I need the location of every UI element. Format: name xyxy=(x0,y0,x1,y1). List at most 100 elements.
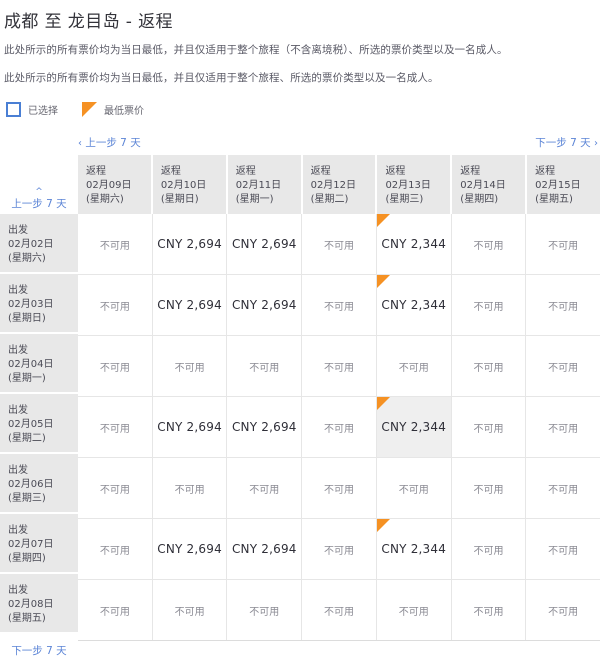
return-prefix-label: 返程 xyxy=(86,166,106,178)
fare-unavailable-label: 不可用 xyxy=(398,362,429,374)
fare-price-label: CNY 2,694 xyxy=(157,420,222,435)
depart-date-label: 02月02日 (星期六) xyxy=(8,239,54,265)
fare-unavailable-label: 不可用 xyxy=(174,484,205,496)
fare-cell-unavailable[interactable]: 不可用 xyxy=(153,336,228,397)
fare-unavailable-label: 不可用 xyxy=(473,301,504,313)
table-row: 不可用 CNY 2,694 CNY 2,694 不可用 CNY 2,344 不可用 不可用 xyxy=(78,397,600,459)
return-prefix-label: 返程 xyxy=(160,166,181,178)
fare-cell-unavailable[interactable]: 不可用 xyxy=(78,458,153,519)
page-title: 成都 至 龙目岛 - 返程 xyxy=(4,12,173,32)
fare-unavailable-label: 不可用 xyxy=(324,423,355,435)
fare-price-label: CNY 2,694 xyxy=(231,542,297,557)
fare-cell-unavailable[interactable]: 不可用 xyxy=(227,458,303,519)
fare-cell-unavailable[interactable]: 不可用 xyxy=(526,275,600,335)
fare-body: 不可用 CNY 2,694 CNY 2,694 不可用 CNY 2,344 不可用 不可用不… xyxy=(78,214,600,642)
return-date-header: 返程 02月11日 (星期一) xyxy=(227,155,303,215)
rail-prev-7-days-label: 上一步 7 天 xyxy=(11,198,67,211)
fare-cell[interactable]: CNY 2,694 xyxy=(227,275,303,336)
fare-cell-unavailable[interactable]: 不可用 xyxy=(302,275,377,336)
fare-cell-unavailable[interactable]: 不可用 xyxy=(377,458,452,519)
fare-unavailable-label: 不可用 xyxy=(249,484,280,496)
fare-cell[interactable]: CNY 2,344 xyxy=(376,275,452,336)
prev-7-days-link[interactable]: ‹ 上一步 7 天 xyxy=(78,135,141,150)
fare-cell-unavailable[interactable]: 不可用 xyxy=(452,580,527,641)
fare-cell-unavailable[interactable]: 不可用 xyxy=(78,214,153,275)
fare-cell-unavailable[interactable]: 不可用 xyxy=(302,580,377,641)
fare-cell-unavailable[interactable]: 不可用 xyxy=(526,519,600,579)
fare-unavailable-label: 不可用 xyxy=(324,240,355,252)
fare-matrix-area: ‹ 上一步 7 天 下一步 7 天 › ^ 上一步 7 天 出发 02月02日 (… xyxy=(0,135,600,657)
fare-cell-unavailable[interactable]: 不可用 xyxy=(302,458,377,519)
fare-price-label: CNY 2,694 xyxy=(157,542,222,557)
fare-cell-unavailable[interactable]: 不可用 xyxy=(78,336,153,397)
legend-item-selected: 已选择 xyxy=(6,102,58,118)
fare-cell-unavailable[interactable]: 不可用 xyxy=(302,519,377,580)
fare-cell[interactable]: CNY 2,694 xyxy=(227,397,303,458)
return-date-header: 返程 02月13日 (星期三) xyxy=(377,155,453,215)
fare-cell-unavailable[interactable]: 不可用 xyxy=(78,580,153,641)
legend-item-lowest-fare: 最低票价 xyxy=(82,102,144,118)
fare-unavailable-label: 不可用 xyxy=(473,362,504,374)
fare-cell-unavailable[interactable]: 不可用 xyxy=(452,397,527,458)
return-date-header: 返程 02月14日 (星期四) xyxy=(452,155,528,215)
return-date-label: 02月14日 (星期四) xyxy=(460,180,506,206)
depart-date-label: 02月03日 (星期日) xyxy=(8,299,54,325)
depart-date-header: 出发 02月04日 (星期一) xyxy=(0,334,78,395)
fare-cell-unavailable[interactable]: 不可用 xyxy=(227,580,303,641)
fare-unavailable-label: 不可用 xyxy=(99,301,130,313)
fare-cell[interactable]: CNY 2,344 xyxy=(376,397,452,458)
fare-cell[interactable]: CNY 2,344 xyxy=(376,519,452,580)
fare-matrix: ^ 上一步 7 天 出发 02月02日 (星期六) 出发 02月03日 (星期日) 出发… xyxy=(0,155,600,657)
depart-prefix-label: 出发 xyxy=(8,405,28,417)
fare-cell-unavailable[interactable]: 不可用 xyxy=(153,580,228,641)
depart-date-header: 出发 02月05日 (星期二) xyxy=(0,394,78,455)
prev-7-days-label: 上一步 7 天 xyxy=(85,137,141,150)
rail-next-7-days-link[interactable]: 下一步 7 天 xyxy=(0,634,78,657)
fare-cell[interactable]: CNY 2,694 xyxy=(153,519,228,580)
fare-cell-unavailable[interactable]: 不可用 xyxy=(526,458,600,518)
fare-cell-unavailable[interactable]: 不可用 xyxy=(377,580,452,641)
fare-cell[interactable]: CNY 2,694 xyxy=(227,214,303,275)
fare-cell-unavailable[interactable]: 不可用 xyxy=(526,397,600,457)
return-date-label: 02月10日 (星期日) xyxy=(160,180,207,206)
return-date-header-row: 返程 02月09日 (星期六) 返程 02月10日 (星期日) 返程 02月11日 (星期… xyxy=(78,155,600,215)
fare-cell-unavailable[interactable]: 不可用 xyxy=(452,336,527,397)
depart-date-label: 02月04日 (星期一) xyxy=(8,359,54,385)
fare-cell-unavailable[interactable]: 不可用 xyxy=(526,214,600,274)
rail-prev-7-days-link[interactable]: ^ 上一步 7 天 xyxy=(0,155,78,214)
lowest-fare-triangle-icon xyxy=(376,397,390,411)
table-row: 不可用 不可用 不可用 不可用 不可用 不可用 不可用 xyxy=(78,336,600,398)
fare-cell-unavailable[interactable]: 不可用 xyxy=(452,519,527,580)
fare-cell-unavailable[interactable]: 不可用 xyxy=(302,336,377,397)
fare-cell-unavailable[interactable]: 不可用 xyxy=(452,275,527,336)
fare-price-label: CNY 2,694 xyxy=(231,237,297,252)
fare-cell[interactable]: CNY 2,694 xyxy=(153,397,228,458)
return-date-label: 02月13日 (星期三) xyxy=(385,180,431,206)
fare-cell[interactable]: CNY 2,694 xyxy=(153,275,228,336)
fare-cell[interactable]: CNY 2,694 xyxy=(227,519,303,580)
table-row: 不可用 CNY 2,694 CNY 2,694 不可用 CNY 2,344 不可用 不可用 xyxy=(78,214,600,276)
fare-cell-unavailable[interactable]: 不可用 xyxy=(78,275,153,336)
next-7-days-link[interactable]: 下一步 7 天 › xyxy=(535,135,598,150)
fare-cell-unavailable[interactable]: 不可用 xyxy=(78,397,153,458)
fare-cell-unavailable[interactable]: 不可用 xyxy=(153,458,228,519)
fare-cell-unavailable[interactable]: 不可用 xyxy=(452,214,527,275)
fare-cell-unavailable[interactable]: 不可用 xyxy=(526,336,600,396)
lowest-fare-triangle-icon xyxy=(376,214,390,228)
fare-cell-unavailable[interactable]: 不可用 xyxy=(78,519,153,580)
fare-cell-unavailable[interactable]: 不可用 xyxy=(452,458,527,519)
fare-cell-unavailable[interactable]: 不可用 xyxy=(377,336,452,397)
lowest-fare-triangle-icon xyxy=(376,519,390,533)
depart-date-header: 出发 02月03日 (星期日) xyxy=(0,274,78,335)
return-date-label: 02月09日 (星期六) xyxy=(86,180,132,206)
fare-unavailable-label: 不可用 xyxy=(548,545,579,557)
fare-cell-unavailable[interactable]: 不可用 xyxy=(526,580,600,640)
fare-cell[interactable]: CNY 2,694 xyxy=(153,214,228,275)
return-date-label: 02月11日 (星期一) xyxy=(235,180,282,206)
fare-cell[interactable]: CNY 2,344 xyxy=(376,214,452,275)
table-row: 不可用 不可用 不可用 不可用 不可用 不可用 不可用 xyxy=(78,580,600,642)
fare-cell-unavailable[interactable]: 不可用 xyxy=(302,397,377,458)
fare-unavailable-label: 不可用 xyxy=(548,423,579,435)
fare-cell-unavailable[interactable]: 不可用 xyxy=(302,214,377,275)
fare-cell-unavailable[interactable]: 不可用 xyxy=(227,336,303,397)
